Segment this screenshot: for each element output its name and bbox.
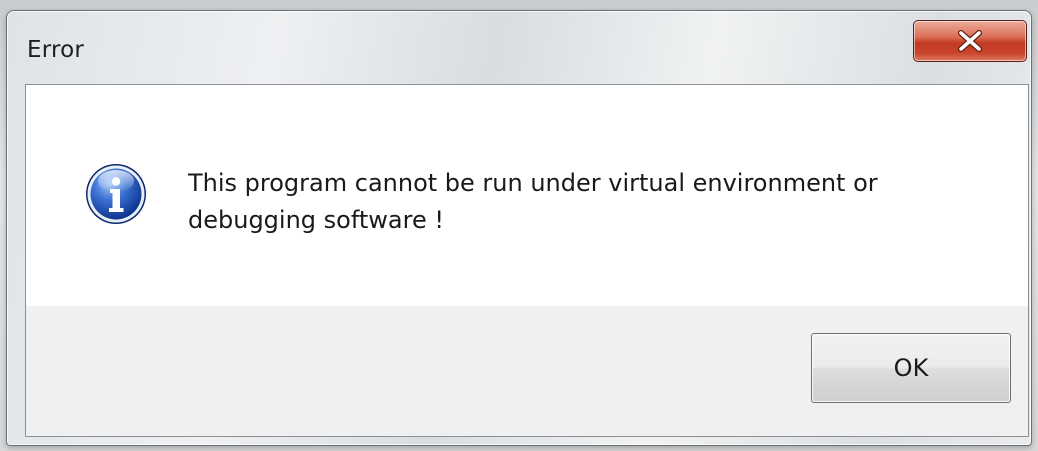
error-message: This program cannot be run under virtual… xyxy=(188,165,988,239)
error-dialog-window: Error This program cannot be run under v… xyxy=(6,10,1032,446)
dialog-body: This program cannot be run under virtual… xyxy=(25,84,1029,437)
information-icon xyxy=(86,164,146,224)
close-button[interactable] xyxy=(913,20,1027,62)
title-bar: Error xyxy=(7,11,1031,83)
window-title: Error xyxy=(27,37,85,63)
close-icon xyxy=(958,30,982,52)
message-line: This program cannot be run under virtual… xyxy=(188,169,878,197)
ok-button[interactable]: OK xyxy=(811,333,1011,403)
message-area: This program cannot be run under virtual… xyxy=(26,85,1028,306)
message-line: debugging software ! xyxy=(188,206,444,234)
